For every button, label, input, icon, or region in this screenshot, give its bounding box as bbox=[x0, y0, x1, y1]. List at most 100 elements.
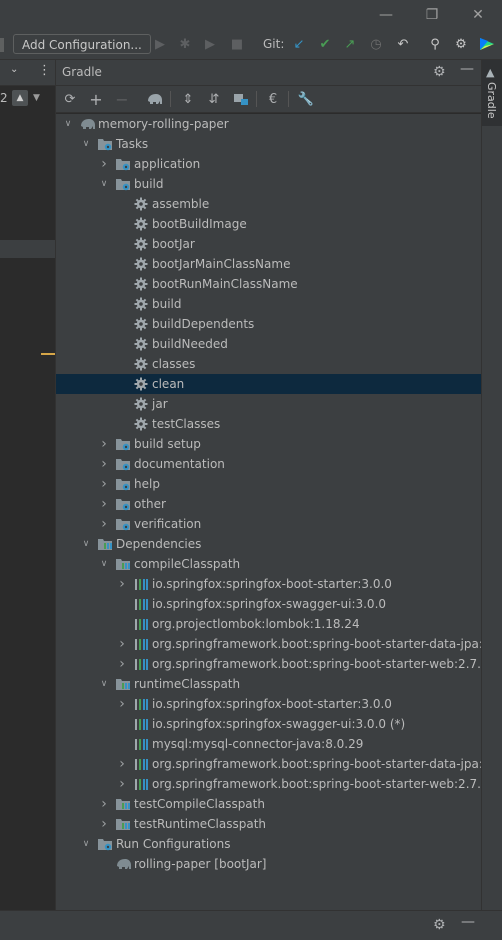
chevron-down-icon[interactable]: ∨ bbox=[80, 534, 92, 554]
folder-gear-icon bbox=[116, 177, 130, 191]
group-modules-icon[interactable] bbox=[232, 90, 250, 108]
coverage-icon[interactable]: ▶ bbox=[201, 35, 219, 53]
task-buildneeded[interactable]: buildNeeded bbox=[56, 334, 481, 354]
dependency-item[interactable]: › io.springfox:springfox-boot-starter:3.0… bbox=[56, 574, 481, 594]
gradle-side-tab[interactable]: ▲ Gradle bbox=[482, 60, 502, 126]
tree-node-help[interactable]: › help bbox=[56, 474, 481, 494]
gear-icon[interactable]: ⚙ bbox=[433, 64, 446, 80]
tree-node-testruntimeclasspath[interactable]: › testRuntimeClasspath bbox=[56, 814, 481, 834]
commit-icon[interactable]: ✔ bbox=[316, 35, 334, 53]
tree-root[interactable]: ∨ memory-rolling-paper bbox=[56, 114, 481, 134]
chevron-right-icon[interactable]: › bbox=[116, 694, 128, 714]
tree-node-documentation[interactable]: › documentation bbox=[56, 454, 481, 474]
task-bootjarmainclassname[interactable]: bootJarMainClassName bbox=[56, 254, 481, 274]
chevron-down-icon[interactable]: ∨ bbox=[62, 114, 74, 134]
tree-item-label: bootBuildImage bbox=[152, 217, 247, 231]
gear-icon[interactable]: ⚙ bbox=[433, 917, 446, 933]
tree-node-tasks[interactable]: ∨ Tasks bbox=[56, 134, 481, 154]
tree-item-label: org.projectlombok:lombok:1.18.24 bbox=[152, 617, 360, 631]
code-with-me-icon[interactable] bbox=[478, 35, 496, 53]
reload-icon[interactable]: ⟳ bbox=[61, 90, 79, 108]
chevron-right-icon[interactable]: › bbox=[116, 574, 128, 594]
dependency-item[interactable]: › org.springframework.boot:spring-boot-st… bbox=[56, 654, 481, 674]
chevron-right-icon[interactable]: › bbox=[98, 434, 110, 454]
minimize-icon[interactable]: — bbox=[364, 0, 408, 30]
stop-icon[interactable]: ■ bbox=[228, 35, 246, 53]
task-assemble[interactable]: assemble bbox=[56, 194, 481, 214]
run-configuration-item[interactable]: rolling-paper [bootJar] bbox=[56, 854, 481, 874]
search-icon[interactable]: ⚲ bbox=[426, 35, 444, 53]
chevron-right-icon[interactable]: › bbox=[98, 154, 110, 174]
dependency-item[interactable]: › org.springframework.boot:spring-boot-st… bbox=[56, 754, 481, 774]
dependency-item[interactable]: io.springfox:springfox-swagger-ui:3.0.0 bbox=[56, 594, 481, 614]
dependency-item[interactable]: io.springfox:springfox-swagger-ui:3.0.0 … bbox=[56, 714, 481, 734]
gradle-side-tab-label: Gradle bbox=[485, 82, 498, 119]
task-testclasses[interactable]: testClasses bbox=[56, 414, 481, 434]
chevron-down-icon[interactable]: ∨ bbox=[80, 134, 92, 154]
chevron-down-icon[interactable]: ∨ bbox=[80, 834, 92, 854]
execute-task-icon[interactable] bbox=[146, 90, 164, 108]
hide-panel-icon[interactable]: — bbox=[460, 61, 474, 77]
hide-panel-icon[interactable]: — bbox=[461, 914, 475, 930]
library-icon bbox=[134, 717, 148, 731]
toolbar-separator bbox=[288, 91, 289, 107]
task-bootbuildimage[interactable]: bootBuildImage bbox=[56, 214, 481, 234]
dependency-item[interactable]: mysql:mysql-connector-java:8.0.29 bbox=[56, 734, 481, 754]
dependency-item[interactable]: › org.springframework.boot:spring-boot-st… bbox=[56, 774, 481, 794]
chevron-down-icon[interactable]: ⌄ bbox=[10, 64, 18, 75]
previous-occurrence-icon[interactable]: ▲ bbox=[12, 90, 28, 106]
task-builddependents[interactable]: buildDependents bbox=[56, 314, 481, 334]
run-icon[interactable]: ▶ bbox=[151, 35, 169, 53]
debug-icon[interactable]: ✱ bbox=[176, 35, 194, 53]
chevron-right-icon[interactable]: › bbox=[98, 494, 110, 514]
remove-icon[interactable]: − bbox=[113, 90, 131, 109]
tree-item-label: classes bbox=[152, 357, 196, 371]
next-occurrence-icon[interactable]: ▼ bbox=[33, 90, 45, 106]
chevron-right-icon[interactable]: › bbox=[116, 654, 128, 674]
task-bootjar[interactable]: bootJar bbox=[56, 234, 481, 254]
close-icon[interactable]: ✕ bbox=[456, 0, 500, 30]
chevron-right-icon[interactable]: › bbox=[98, 794, 110, 814]
more-options-icon[interactable]: ⋮ bbox=[38, 63, 51, 78]
add-configuration-button[interactable]: Add Configuration... bbox=[13, 34, 151, 54]
expand-all-icon[interactable]: ⇕ bbox=[179, 90, 197, 108]
task-bootrunmainclassname[interactable]: bootRunMainClassName bbox=[56, 274, 481, 294]
tree-node-build-setup[interactable]: › build setup bbox=[56, 434, 481, 454]
task-clean[interactable]: clean bbox=[56, 374, 481, 394]
task-classes[interactable]: classes bbox=[56, 354, 481, 374]
settings-icon[interactable]: ⚙ bbox=[452, 35, 470, 53]
restore-icon[interactable]: ❐ bbox=[410, 0, 454, 30]
tree-node-other[interactable]: › other bbox=[56, 494, 481, 514]
chevron-right-icon[interactable]: › bbox=[116, 774, 128, 794]
chevron-down-icon[interactable]: ∨ bbox=[98, 554, 110, 574]
update-project-icon[interactable]: ↙ bbox=[290, 35, 308, 53]
tree-node-run-configurations[interactable]: ∨ Run Configurations bbox=[56, 834, 481, 854]
dependency-item[interactable]: org.projectlombok:lombok:1.18.24 bbox=[56, 614, 481, 634]
tree-node-application[interactable]: › application bbox=[56, 154, 481, 174]
chevron-right-icon[interactable]: › bbox=[98, 474, 110, 494]
chevron-down-icon[interactable]: ∨ bbox=[98, 174, 110, 194]
tree-node-testcompileclasspath[interactable]: › testCompileClasspath bbox=[56, 794, 481, 814]
task-build[interactable]: build bbox=[56, 294, 481, 314]
toggle-offline-icon[interactable]: € bbox=[264, 90, 282, 108]
chevron-down-icon[interactable]: ∨ bbox=[98, 674, 110, 694]
collapse-all-icon[interactable]: ⇵ bbox=[205, 90, 223, 108]
chevron-right-icon[interactable]: › bbox=[116, 754, 128, 774]
chevron-right-icon[interactable]: › bbox=[116, 634, 128, 654]
chevron-right-icon[interactable]: › bbox=[98, 514, 110, 534]
dependency-item[interactable]: › org.springframework.boot:spring-boot-st… bbox=[56, 634, 481, 654]
task-jar[interactable]: jar bbox=[56, 394, 481, 414]
chevron-right-icon[interactable]: › bbox=[98, 454, 110, 474]
history-icon[interactable]: ◷ bbox=[367, 35, 385, 53]
tree-node-compileclasspath[interactable]: ∨ compileClasspath bbox=[56, 554, 481, 574]
build-tool-settings-icon[interactable]: 🔧 bbox=[297, 90, 315, 108]
tree-node-runtimeclasspath[interactable]: ∨ runtimeClasspath bbox=[56, 674, 481, 694]
chevron-right-icon[interactable]: › bbox=[98, 814, 110, 834]
dependency-item[interactable]: › io.springfox:springfox-boot-starter:3.0… bbox=[56, 694, 481, 714]
rollback-icon[interactable]: ↶ bbox=[394, 35, 412, 53]
push-icon[interactable]: ↗ bbox=[341, 35, 359, 53]
tree-node-dependencies[interactable]: ∨ Dependencies bbox=[56, 534, 481, 554]
tree-node-verification[interactable]: › verification bbox=[56, 514, 481, 534]
tree-node-build[interactable]: ∨ build bbox=[56, 174, 481, 194]
add-icon[interactable]: + bbox=[87, 90, 105, 109]
